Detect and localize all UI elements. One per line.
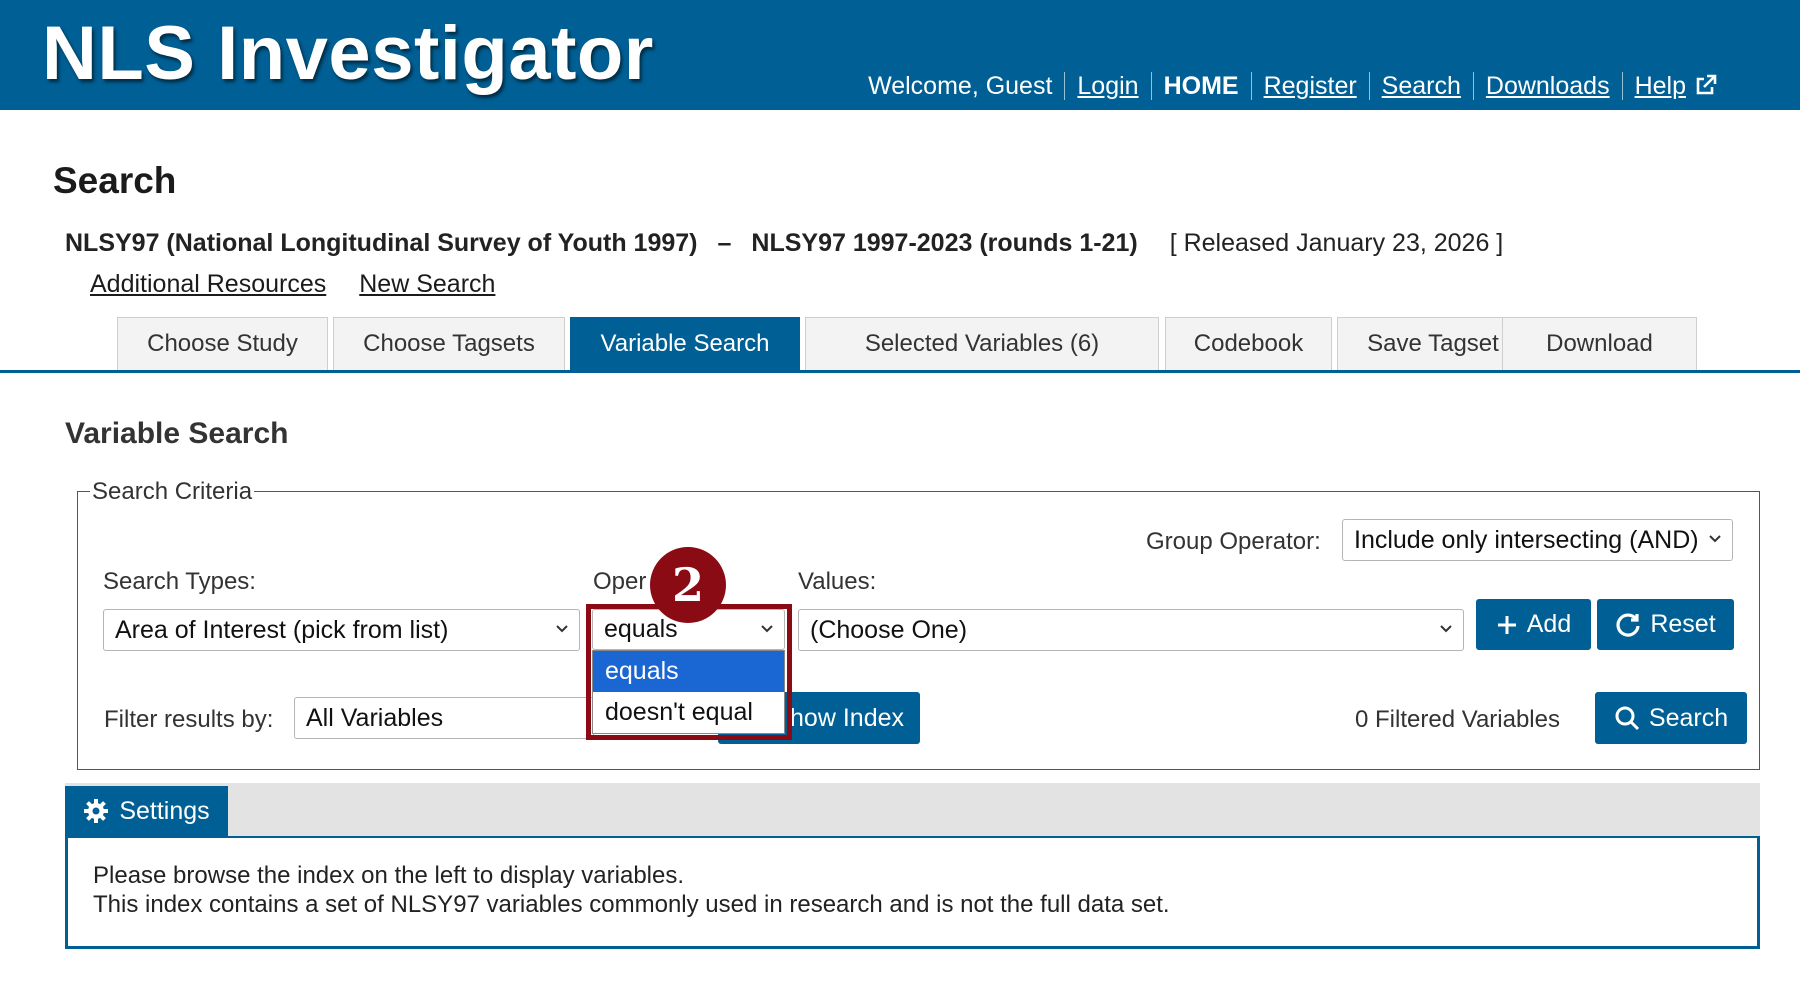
welcome-text: Welcome, Guest	[868, 72, 1053, 100]
search-icon	[1615, 706, 1639, 731]
nav-help-link[interactable]: Help	[1635, 72, 1686, 100]
values-label: Values:	[798, 568, 877, 595]
add-button-label: Add	[1526, 610, 1572, 638]
reset-button-label: Reset	[1650, 610, 1716, 638]
settings-tab-label: Settings	[119, 796, 210, 825]
chevron-down-icon	[556, 625, 568, 633]
plus-icon	[1497, 615, 1516, 634]
nav-downloads-link[interactable]: Downloads	[1486, 72, 1610, 100]
info-line-2: This index contains a set of NLSY97 vari…	[93, 891, 1170, 918]
tab-save-tagset[interactable]: Save Tagset	[1337, 317, 1529, 370]
nav-home-link[interactable]: HOME	[1150, 72, 1251, 100]
study-info: NLSY97 (National Longitudinal Survey of …	[65, 229, 1503, 258]
info-line-1: Please browse the index on the left to d…	[93, 862, 685, 889]
app-title: NLS Investigator	[42, 11, 654, 96]
search-button[interactable]: Search	[1595, 692, 1747, 744]
operator-label: Oper	[593, 568, 647, 595]
search-types-value: Area of Interest (pick from list)	[115, 615, 449, 644]
search-criteria-legend: Search Criteria	[90, 478, 255, 506]
search-types-label: Search Types:	[103, 568, 256, 595]
group-operator-select[interactable]: Include only intersecting (AND)	[1342, 519, 1733, 561]
variable-search-title: Variable Search	[65, 417, 289, 450]
nav-register-link[interactable]: Register	[1264, 72, 1357, 100]
tab-selected-variables[interactable]: Selected Variables (6)	[805, 317, 1159, 370]
show-index-label: how Index	[790, 703, 904, 732]
tab-choose-study[interactable]: Choose Study	[117, 317, 328, 370]
tab-bar: Choose Study Choose Tagsets Variable Sea…	[0, 317, 1800, 373]
step-badge: 2	[650, 547, 726, 623]
highlight-box	[586, 604, 792, 740]
page-title: Search	[53, 160, 177, 201]
tab-codebook[interactable]: Codebook	[1165, 317, 1332, 370]
tab-variable-search[interactable]: Variable Search	[570, 317, 800, 370]
filtered-count: 0 Filtered Variables	[1355, 706, 1560, 733]
chevron-down-icon	[1440, 625, 1452, 633]
tab-choose-tagsets[interactable]: Choose Tagsets	[333, 317, 565, 370]
group-operator-label: Group Operator:	[1146, 528, 1321, 555]
tab-download[interactable]: Download	[1502, 317, 1697, 370]
nav-search-link[interactable]: Search	[1382, 72, 1461, 100]
external-link-icon[interactable]	[1694, 73, 1718, 97]
study-rounds: NLSY97 1997-2023 (rounds 1-21)	[751, 229, 1138, 257]
add-button[interactable]: Add	[1476, 599, 1591, 650]
filter-label: Filter results by:	[104, 706, 274, 733]
new-search-link[interactable]: New Search	[359, 270, 495, 299]
nav-login-link[interactable]: Login	[1077, 72, 1138, 100]
settings-bar	[65, 783, 1760, 836]
search-button-label: Search	[1648, 703, 1729, 732]
reset-icon	[1616, 612, 1640, 637]
filter-select[interactable]: All Variables	[294, 697, 594, 739]
additional-resources-link[interactable]: Additional Resources	[90, 270, 326, 299]
group-operator-value: Include only intersecting (AND)	[1354, 525, 1699, 554]
release-date: [ Released January 23, 2026 ]	[1169, 229, 1504, 257]
settings-tab[interactable]: Settings	[65, 786, 228, 836]
study-name: NLSY97 (National Longitudinal Survey of …	[65, 229, 698, 257]
values-select[interactable]: (Choose One)	[798, 609, 1464, 651]
values-value: (Choose One)	[810, 615, 968, 644]
top-navigation: Welcome, Guest Login HOME Register Searc…	[856, 72, 1730, 100]
filter-value: All Variables	[306, 703, 444, 732]
app-header: NLS Investigator Welcome, Guest Login HO…	[0, 0, 1800, 110]
chevron-down-icon	[1709, 535, 1721, 543]
gear-icon	[84, 799, 109, 823]
study-separator: –	[717, 229, 732, 257]
search-types-select[interactable]: Area of Interest (pick from list)	[103, 609, 580, 651]
reset-button[interactable]: Reset	[1597, 599, 1734, 650]
sub-links: Additional Resources New Search	[90, 270, 495, 299]
